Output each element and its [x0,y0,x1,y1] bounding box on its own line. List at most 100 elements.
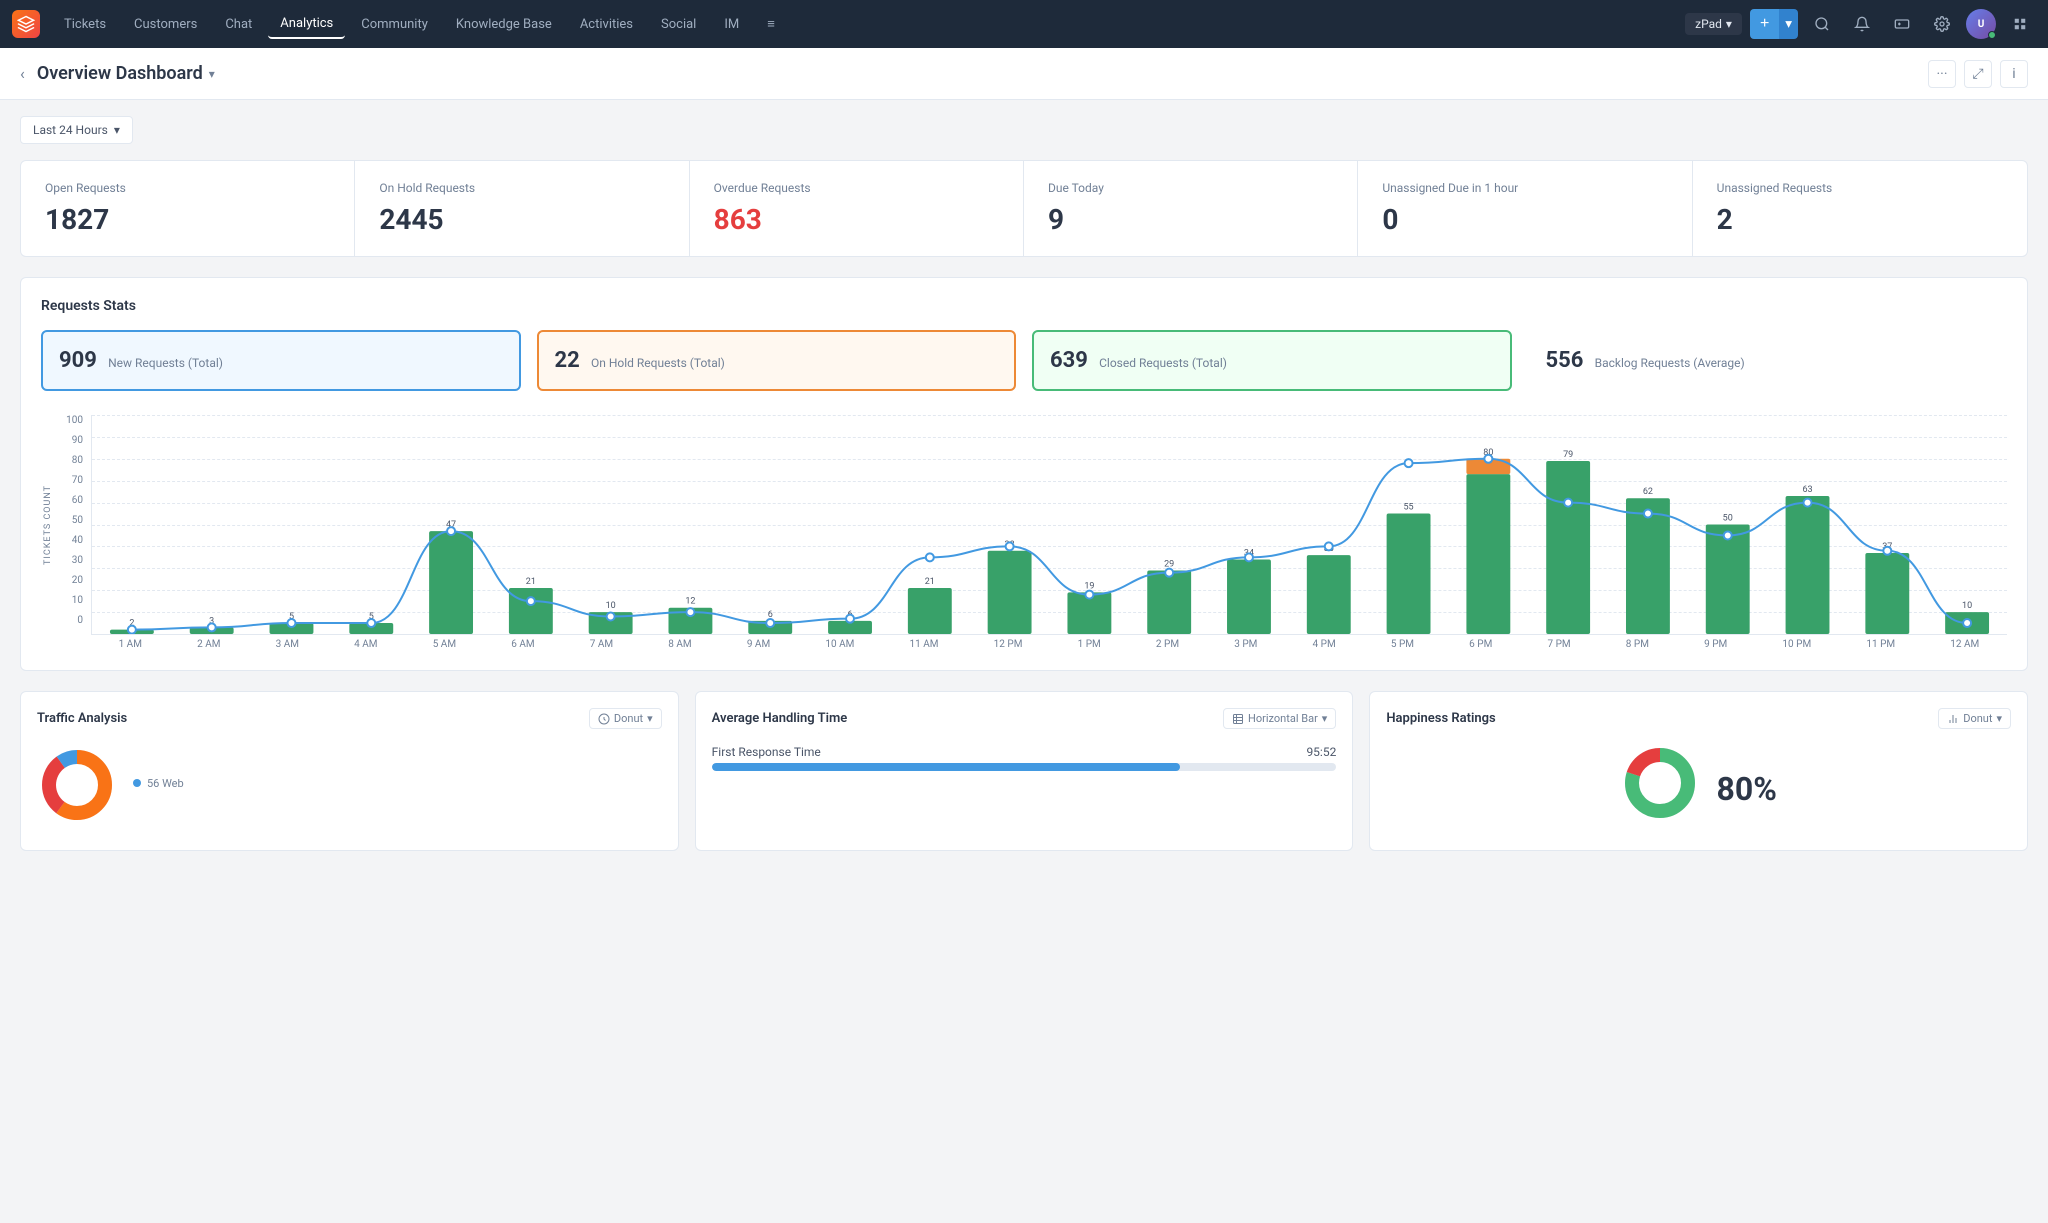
notifications-icon[interactable] [1846,8,1878,40]
x-tick-2am: 2 AM [197,639,220,650]
stat-unassigned-hour-value: 0 [1382,203,1667,236]
y-tick-30: 30 [59,555,87,566]
legend-web-label: 56 Web [147,777,184,790]
summary-on-hold: 22 On Hold Requests (Total) [537,330,1017,391]
stat-unassigned-value: 2 [1717,203,2003,236]
stat-unassigned: Unassigned Requests 2 [1693,161,2027,256]
svg-text:12: 12 [685,597,695,607]
y-tick-90: 90 [59,435,87,446]
x-tick-9pm: 9 PM [1704,639,1727,650]
happiness-panel-header: Happiness Ratings Donut ▾ [1386,708,2011,729]
settings-icon[interactable] [1926,8,1958,40]
more-options-button[interactable]: ··· [1928,60,1956,88]
chart-container: TICKETS COUNT 100 90 80 70 60 50 40 30 2… [41,415,2007,650]
nav-social[interactable]: Social [649,11,708,38]
x-tick-7pm: 7 PM [1547,639,1570,650]
user-avatar[interactable]: U [1966,9,1996,39]
stat-due-today: Due Today 9 [1024,161,1358,256]
stat-hold-value: 2445 [379,203,664,236]
nav-community[interactable]: Community [349,11,440,38]
main-content: Last 24 Hours ▾ Open Requests 1827 On Ho… [0,100,2048,867]
nav-chat[interactable]: Chat [213,11,264,38]
first-response-label-row: First Response Time 95:52 [712,745,1337,759]
x-tick-7am: 7 AM [590,639,613,650]
x-tick-4am: 4 AM [354,639,377,650]
avatar-online-dot [1988,31,1996,39]
svg-text:19: 19 [1084,581,1094,591]
add-button[interactable]: + [1750,9,1779,39]
expand-button[interactable]: ⤢ [1964,60,1992,88]
nav-more[interactable]: ≡ [755,10,787,38]
svg-text:47: 47 [446,520,456,530]
x-tick-9am: 9 AM [747,639,770,650]
traffic-donut-area: 56 Web [37,745,662,825]
x-tick-12am: 12 AM [1950,639,1979,650]
summary-backlog-num: 556 [1546,348,1584,373]
svg-text:50: 50 [1723,514,1733,524]
traffic-legend: 56 Web [133,777,184,794]
chart-area: 2355472110126621381929343655807962506337… [91,415,2007,635]
nav-activities[interactable]: Activities [568,11,645,38]
first-response-bar-fill [712,763,1181,771]
y-tick-70: 70 [59,475,87,486]
time-filter-dropdown[interactable]: Last 24 Hours ▾ [20,116,133,144]
svg-text:79: 79 [1563,450,1573,460]
nav-analytics[interactable]: Analytics [268,10,345,39]
x-tick-5am: 5 AM [433,639,456,650]
x-tick-3am: 3 AM [276,639,299,650]
stat-due-today-label: Due Today [1048,181,1333,195]
stat-on-hold: On Hold Requests 2445 [355,161,689,256]
x-tick-6am: 6 AM [511,639,534,650]
stat-due-today-value: 9 [1048,203,1333,236]
app-logo[interactable] [12,10,40,38]
search-icon[interactable] [1806,8,1838,40]
nav-tickets[interactable]: Tickets [52,11,118,38]
stat-unassigned-hour: Unassigned Due in 1 hour 0 [1358,161,1692,256]
title-dropdown-icon[interactable]: ▾ [209,67,215,81]
x-tick-5pm: 5 PM [1391,639,1414,650]
info-button[interactable]: i [2000,60,2028,88]
svg-text:6: 6 [847,610,852,620]
summary-closed-num: 639 [1050,348,1088,373]
stat-overdue-value: 863 [714,203,999,236]
requests-section-title: Requests Stats [41,298,2007,314]
add-dropdown-button[interactable]: ▾ [1779,9,1798,39]
traffic-chart-type-button[interactable]: Donut ▾ [589,708,662,729]
svg-text:21: 21 [925,577,935,587]
svg-text:34: 34 [1244,549,1254,559]
happiness-percent: 80% [1716,770,1776,808]
zpad-button[interactable]: zPad ▾ [1685,13,1742,35]
svg-text:10: 10 [1962,601,1972,611]
first-response-label: First Response Time [712,745,821,759]
chart-y-axis-label: TICKETS COUNT [43,485,53,565]
handling-chart-type-button[interactable]: Horizontal Bar ▾ [1223,708,1336,729]
happiness-panel: Happiness Ratings Donut ▾ 80% [1369,691,2028,851]
bottom-panels-row: Traffic Analysis Donut ▾ 56 We [20,691,2028,851]
y-tick-60: 60 [59,495,87,506]
x-tick-1am: 1 AM [119,639,142,650]
games-icon[interactable] [1886,8,1918,40]
stat-summary-row: 909 New Requests (Total) 22 On Hold Requ… [41,330,2007,391]
stat-overdue: Overdue Requests 863 [690,161,1024,256]
nav-im[interactable]: IM [712,11,751,38]
y-tick-80: 80 [59,455,87,466]
nav-knowledge-base[interactable]: Knowledge Base [444,11,564,38]
stats-row: Open Requests 1827 On Hold Requests 2445… [20,160,2028,257]
summary-backlog-label: Backlog Requests (Average) [1595,356,1745,370]
svg-text:38: 38 [1005,540,1015,550]
requests-section: Requests Stats 909 New Requests (Total) … [20,277,2028,671]
summary-hold-num: 22 [555,348,580,373]
grid-icon[interactable] [2004,8,2036,40]
y-tick-10: 10 [59,595,87,606]
nav-right-actions: zPad ▾ + ▾ U [1685,8,2036,40]
stat-overdue-label: Overdue Requests [714,181,999,195]
back-button[interactable]: ‹ [20,64,25,83]
chart-bars-svg: 2355472110126621381929343655807962506337… [92,415,2007,634]
nav-customers[interactable]: Customers [122,11,209,38]
page-title: Overview Dashboard [37,63,203,84]
y-tick-40: 40 [59,535,87,546]
stat-open-requests: Open Requests 1827 [21,161,355,256]
happiness-title: Happiness Ratings [1386,711,1495,726]
handling-title: Average Handling Time [712,711,848,726]
happiness-chart-type-button[interactable]: Donut ▾ [1938,708,2011,729]
